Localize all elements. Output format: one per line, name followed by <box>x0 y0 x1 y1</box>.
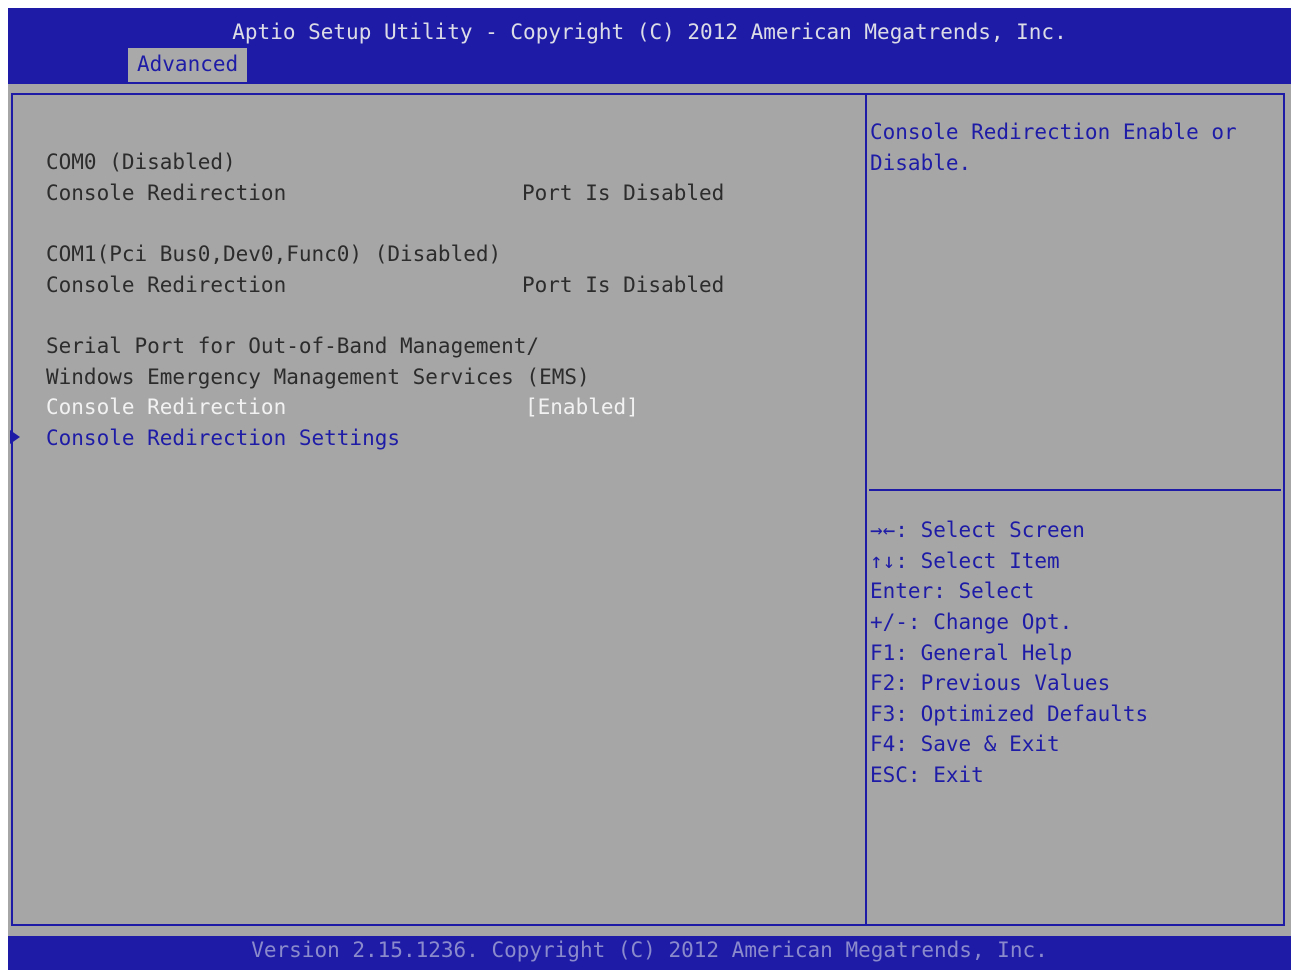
key-help-f3: F3: Optimized Defaults <box>870 702 1149 726</box>
vertical-divider <box>865 95 867 924</box>
horizontal-divider <box>869 489 1281 491</box>
title-text: Aptio Setup Utility - Copyright (C) 2012… <box>232 20 1067 44</box>
ems-title-line2: Windows Emergency Management Services (E… <box>46 365 590 389</box>
key-help-select-screen: →←: Select Screen <box>870 518 1085 542</box>
ems-console-redirection-value[interactable]: [Enabled] <box>525 392 639 422</box>
com0-title: COM0 (Disabled) <box>46 150 236 174</box>
com1-console-redirection-label: Console Redirection <box>46 273 287 297</box>
version-text: Version 2.15.1236. Copyright (C) 2012 Am… <box>251 938 1048 962</box>
tab-advanced[interactable]: Advanced <box>128 48 248 82</box>
key-help-esc: ESC: Exit <box>870 763 984 787</box>
console-redirection-settings-submenu[interactable]: Console Redirection Settings <box>46 423 400 453</box>
key-help-f4: F4: Save & Exit <box>870 732 1060 756</box>
title-bar: Aptio Setup Utility - Copyright (C) 2012… <box>8 8 1291 84</box>
key-help-enter: Enter: Select <box>870 579 1035 603</box>
com1-console-redirection-value: Port Is Disabled <box>522 273 725 297</box>
help-description-line1: Console Redirection Enable or <box>870 120 1237 144</box>
com0-console-redirection-value: Port Is Disabled <box>522 181 725 205</box>
help-description-line2: Disable. <box>870 151 972 175</box>
key-help-change-opt: +/-: Change Opt. <box>870 610 1073 634</box>
bios-screen: Aptio Setup Utility - Copyright (C) 2012… <box>8 8 1291 970</box>
footer-bar: Version 2.15.1236. Copyright (C) 2012 Am… <box>8 936 1291 970</box>
settings-frame <box>11 93 1285 926</box>
ems-console-redirection-option[interactable]: Console Redirection <box>46 392 286 422</box>
main-panel: COM0 (Disabled) Console Redirection Port… <box>8 84 1291 936</box>
ems-title-line1: Serial Port for Out-of-Band Management/ <box>46 334 540 358</box>
com1-title: COM1(Pci Bus0,Dev0,Func0) (Disabled) <box>46 242 502 266</box>
triangle-right-icon <box>10 430 20 444</box>
key-help-select-item: ↑↓: Select Item <box>870 549 1060 573</box>
key-help-f1: F1: General Help <box>870 641 1073 665</box>
key-help-f2: F2: Previous Values <box>870 671 1111 695</box>
com0-console-redirection-label: Console Redirection <box>46 181 287 205</box>
